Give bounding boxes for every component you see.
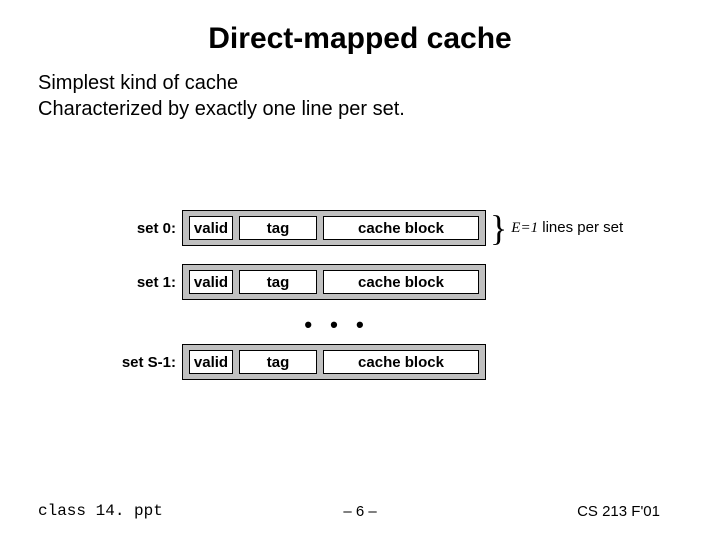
set-box: valid tag cache block: [182, 344, 486, 380]
tag-cell: tag: [239, 270, 317, 294]
block-cell: cache block: [323, 270, 479, 294]
brace-annotation: } E=1 lines per set: [490, 208, 623, 248]
valid-cell: valid: [189, 270, 233, 294]
set-label-last: set S-1:: [90, 354, 182, 371]
block-cell: cache block: [323, 216, 479, 240]
footer-course: CS 213 F'01: [577, 503, 660, 520]
valid-cell: valid: [189, 216, 233, 240]
intro-line-1: Simplest kind of cache: [38, 70, 720, 96]
set-label-0: set 0:: [90, 220, 182, 237]
set-label-1: set 1:: [90, 274, 182, 291]
tag-cell: tag: [239, 216, 317, 240]
set-box: valid tag cache block: [182, 264, 486, 300]
brace-var: E=1: [511, 220, 538, 236]
intro-block: Simplest kind of cache Characterized by …: [0, 56, 720, 122]
valid-cell: valid: [189, 350, 233, 374]
ellipsis: • • •: [182, 312, 492, 338]
set-row-0: set 0: valid tag cache block } E=1 lines…: [90, 210, 690, 246]
block-cell: cache block: [323, 350, 479, 374]
set-row-1: set 1: valid tag cache block: [90, 264, 690, 300]
set-box: valid tag cache block: [182, 210, 486, 246]
brace-rest: lines per set: [538, 219, 623, 236]
brace-label: E=1 lines per set: [507, 219, 623, 237]
page-title: Direct-mapped cache: [0, 0, 720, 56]
brace-icon: }: [490, 210, 507, 246]
cache-diagram: set 0: valid tag cache block } E=1 lines…: [90, 210, 690, 398]
intro-line-2: Characterized by exactly one line per se…: [38, 96, 720, 122]
set-row-last: set S-1: valid tag cache block: [90, 344, 690, 380]
tag-cell: tag: [239, 350, 317, 374]
